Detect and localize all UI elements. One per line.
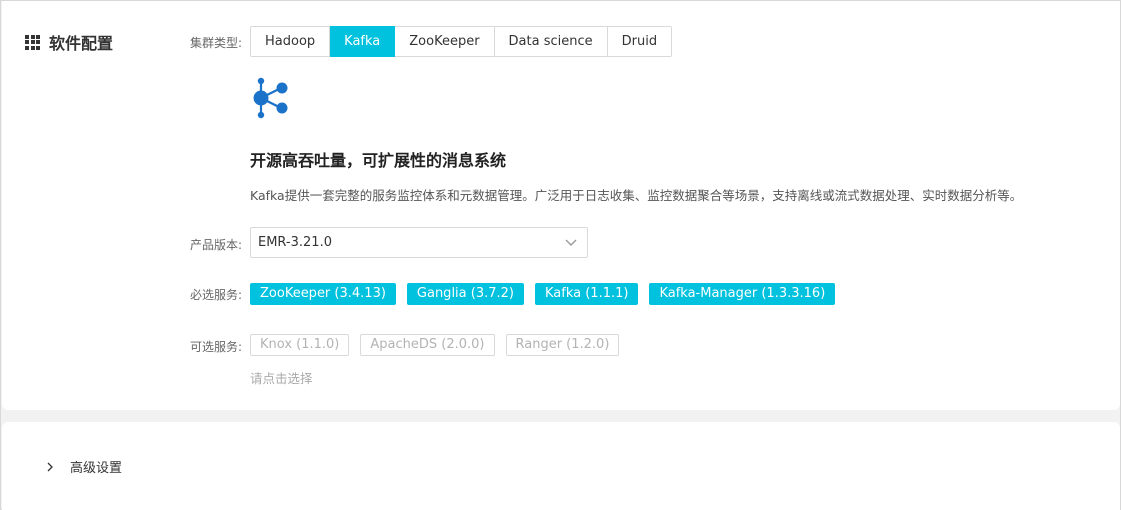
version-select[interactable]: EMR-3.21.0	[250, 227, 588, 258]
service-chip-apacheds[interactable]: ApacheDS (2.0.0)	[360, 334, 495, 356]
chevron-down-icon	[565, 239, 577, 246]
advanced-settings-toggle[interactable]: 高级设置	[46, 457, 122, 476]
service-chip-knox[interactable]: Knox (1.1.0)	[250, 334, 350, 356]
service-chip-ganglia: Ganglia (3.7.2)	[406, 283, 524, 305]
tab-hadoop[interactable]: Hadoop	[250, 26, 331, 57]
optional-services-label: 可选服务:	[189, 340, 242, 354]
service-chip-kafka: Kafka (1.1.1)	[534, 283, 639, 305]
chevron-right-icon	[47, 462, 53, 471]
service-chip-ranger[interactable]: Ranger (1.2.0)	[505, 334, 620, 356]
service-chip-kafka-manager: Kafka-Manager (1.3.3.16)	[649, 283, 836, 305]
grid-icon	[25, 34, 40, 50]
product-headline: 开源高吞吐量，可扩展性的消息系统	[250, 151, 507, 170]
version-value: EMR-3.21.0	[258, 235, 332, 250]
tab-kafka[interactable]: Kafka	[330, 26, 396, 57]
section-title: 软件配置	[49, 34, 114, 53]
cluster-type-label: 集群类型:	[189, 36, 242, 50]
version-label: 产品版本:	[189, 238, 242, 252]
required-services-list: ZooKeeper (3.4.13) Ganglia (3.7.2) Kafka…	[250, 283, 846, 305]
product-description: Kafka提供一套完整的服务监控体系和元数据管理。广泛用于日志收集、监控数据聚合…	[250, 188, 1023, 203]
kafka-share-icon	[253, 77, 288, 119]
advanced-settings-panel: 高级设置	[2, 422, 1120, 510]
tab-zookeeper[interactable]: ZooKeeper	[395, 26, 495, 57]
optional-services-list: Knox (1.1.0) ApacheDS (2.0.0) Ranger (1.…	[250, 334, 630, 356]
cluster-type-tabs: Hadoop Kafka ZooKeeper Data science Drui…	[250, 26, 673, 57]
tab-druid[interactable]: Druid	[607, 26, 673, 57]
software-config-panel: 软件配置 集群类型: Hadoop Kafka ZooKeeper Data s…	[2, 1, 1120, 410]
required-services-label: 必选服务:	[189, 288, 242, 302]
service-chip-zookeeper: ZooKeeper (3.4.13)	[250, 283, 396, 305]
advanced-settings-label: 高级设置	[70, 461, 123, 476]
optional-services-hint: 请点击选择	[250, 371, 313, 386]
tab-data-science[interactable]: Data science	[494, 26, 608, 57]
section-header: 软件配置	[25, 30, 113, 54]
